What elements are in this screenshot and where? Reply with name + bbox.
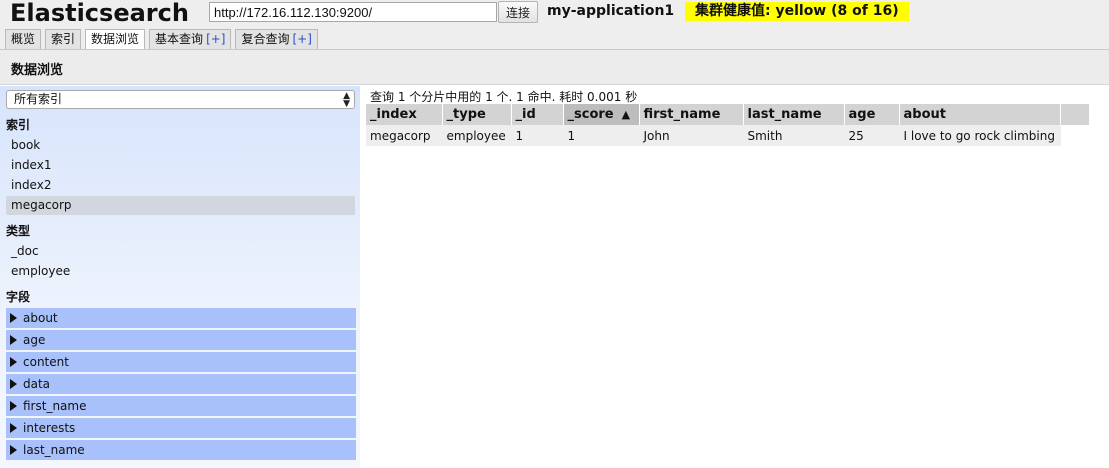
tab-bar: 概览 索引 数据浏览 基本查询 [+] 复合查询 [+] [0, 29, 318, 50]
app-title: Elasticsearch [10, 0, 189, 27]
tab-label: 数据浏览 [91, 32, 140, 46]
expand-triangle-icon [10, 401, 17, 411]
section-title: 数据浏览 [11, 63, 64, 78]
indices-label: 索引 [6, 118, 31, 132]
column-header[interactable]: _id [511, 104, 564, 125]
tab-compound-query[interactable]: 复合查询 [+] [235, 29, 318, 49]
column-header[interactable]: last_name [743, 104, 845, 125]
field-label: interests [23, 421, 76, 435]
field-label: last_name [23, 443, 85, 457]
sort-ascending-icon: ▲ [621, 108, 631, 121]
field-item[interactable]: interests [6, 418, 356, 438]
column-header[interactable]: _index [366, 104, 443, 125]
type-item[interactable]: employee [6, 262, 355, 281]
column-header-sorted[interactable]: _score ▲ [563, 104, 640, 125]
expand-triangle-icon [10, 379, 17, 389]
results-table: _index _type _id _score ▲ first_name last… [366, 104, 1090, 146]
field-item[interactable]: first_name [6, 396, 356, 416]
table-row[interactable]: megacorp employee 1 1 John Smith 25 I lo… [366, 125, 1090, 146]
index-item[interactable]: index1 [6, 156, 355, 175]
expand-triangle-icon [10, 335, 17, 345]
column-header-filler [1060, 104, 1090, 125]
column-header[interactable]: about [899, 104, 1061, 125]
sidebar: 所有索引 ▲ ▼ 索引 book index1 index2 megacorp 类… [0, 86, 360, 468]
index-select[interactable]: 所有索引 ▲ ▼ [6, 90, 355, 109]
add-tab-link[interactable]: [+] [293, 32, 312, 46]
fields-label: 字段 [6, 290, 31, 304]
table-cell: employee [442, 125, 512, 146]
expand-triangle-icon [10, 313, 17, 323]
cluster-health-badge: 集群健康值: yellow (8 of 16) [685, 2, 909, 21]
add-tab-link[interactable]: [+] [206, 32, 225, 46]
column-header[interactable]: age [844, 104, 900, 125]
field-label: data [23, 377, 51, 391]
tab-browser[interactable]: 数据浏览 [85, 29, 146, 50]
table-cell-filler [1060, 125, 1090, 146]
index-item[interactable]: book [6, 136, 355, 155]
tab-label: 索引 [51, 32, 76, 46]
types-label: 类型 [6, 224, 31, 238]
column-header[interactable]: first_name [639, 104, 744, 125]
select-arrows-icon: ▲ ▼ [343, 91, 350, 109]
cluster-name: my-application1 [547, 3, 675, 19]
table-cell: I love to go rock climbing [899, 125, 1061, 146]
field-label: first_name [23, 399, 87, 413]
cluster-url-input[interactable] [209, 2, 497, 22]
expand-triangle-icon [10, 445, 17, 455]
tab-label: 复合查询 [241, 32, 290, 46]
table-cell: John [639, 125, 744, 146]
table-cell: 25 [844, 125, 900, 146]
index-item-selected[interactable]: megacorp [6, 196, 355, 215]
table-cell: 1 [563, 125, 640, 146]
tab-overview[interactable]: 概览 [5, 29, 42, 49]
column-header[interactable]: _type [442, 104, 512, 125]
field-item[interactable]: age [6, 330, 356, 350]
field-item[interactable]: last_name [6, 440, 356, 460]
expand-triangle-icon [10, 423, 17, 433]
table-cell: Smith [743, 125, 845, 146]
index-item[interactable]: index2 [6, 176, 355, 195]
field-item[interactable]: content [6, 352, 356, 372]
type-item[interactable]: _doc [6, 242, 355, 261]
expand-triangle-icon [10, 357, 17, 367]
table-cell: 1 [511, 125, 564, 146]
connect-button[interactable]: 连接 [498, 1, 538, 23]
index-select-value: 所有索引 [14, 92, 63, 106]
results-header-row: _index _type _id _score ▲ first_name last… [366, 104, 1090, 125]
section-bar: 数据浏览 [0, 49, 1109, 85]
tab-basic-query[interactable]: 基本查询 [+] [149, 29, 232, 49]
table-cell: megacorp [366, 125, 443, 146]
field-label: age [23, 333, 46, 347]
field-label: about [23, 311, 58, 325]
tab-label: 基本查询 [155, 32, 204, 46]
tab-indices[interactable]: 索引 [45, 29, 82, 49]
query-summary: 查询 1 个分片中用的 1 个. 1 命中. 耗时 0.001 秒 [370, 90, 638, 104]
field-item[interactable]: about [6, 308, 356, 328]
column-header-label: _score [567, 107, 614, 122]
header: Elasticsearch 连接 my-application1 集群健康值: … [0, 0, 1109, 50]
field-label: content [23, 355, 69, 369]
field-item[interactable]: data [6, 374, 356, 394]
tab-label: 概览 [11, 32, 36, 46]
